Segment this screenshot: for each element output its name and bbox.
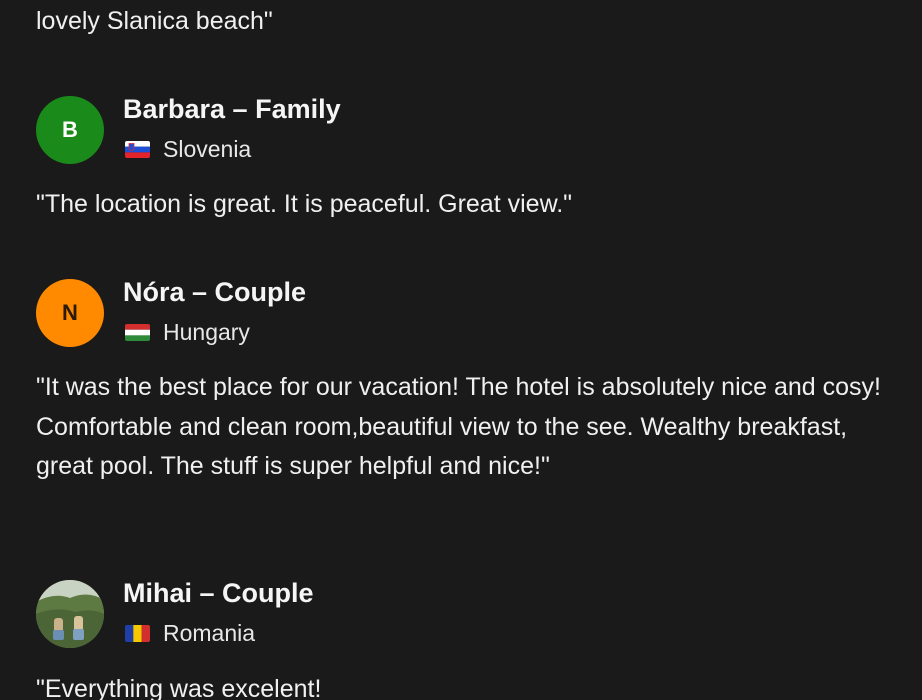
reviewer-name: Nóra – Couple — [123, 277, 307, 307]
reviewer-header: B Barbara – Family Slovenia — [36, 94, 736, 166]
romania-flag-icon — [125, 625, 150, 642]
review-text: "Everything was excelent! — [36, 675, 322, 700]
reviewer-header: N Nóra – Couple Hungary — [36, 277, 736, 349]
reviewer-country: Hungary — [163, 319, 250, 345]
review-text: lovely Slanica beach" — [36, 7, 273, 35]
reviewer-country: Romania — [163, 620, 256, 646]
user-photo-avatar — [36, 580, 104, 648]
reviews-page: lovely Slanica beach" B Barbara – Family… — [0, 0, 922, 700]
reviewer-name: Barbara – Family — [123, 94, 341, 124]
reviewer-country-row: Hungary — [125, 319, 250, 346]
reviewer-country-row: Slovenia — [125, 136, 251, 163]
reviewer-name: Mihai – Couple — [123, 578, 314, 608]
avatar: B — [36, 96, 104, 164]
reviewer-header: Mihai – Couple Romania — [36, 578, 736, 650]
hungary-flag-icon — [125, 324, 150, 341]
review-text: "It was the best place for our vacation!… — [36, 373, 888, 480]
reviewer-country: Slovenia — [163, 136, 252, 162]
slovenia-flag-icon — [125, 141, 150, 158]
reviewer-country-row: Romania — [125, 620, 255, 647]
avatar: N — [36, 279, 104, 347]
review-text: "The location is great. It is peaceful. … — [36, 190, 573, 218]
